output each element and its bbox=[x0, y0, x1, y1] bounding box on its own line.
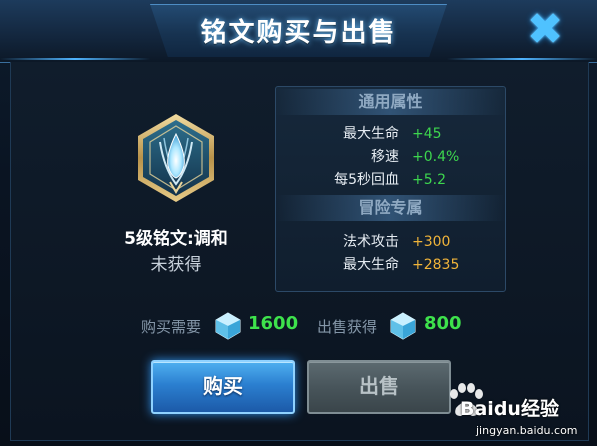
rune-status: 未获得 bbox=[150, 255, 202, 275]
stat-value: +0.4% bbox=[412, 149, 460, 165]
rune-emblem-icon bbox=[138, 114, 214, 202]
sell-price-label: 出售获得 bbox=[317, 318, 378, 336]
stats-panel: 通用属性 最大生命 +45 移速 +0.4% 每5秒回血 +5.2 冒险专属 法… bbox=[275, 86, 506, 292]
adventure-stats-header: 冒险专属 bbox=[276, 195, 505, 221]
title-glow-left bbox=[0, 58, 150, 60]
close-icon[interactable]: ✖ bbox=[522, 8, 568, 54]
crystal-gem-icon bbox=[215, 312, 241, 340]
crystal-gem-icon bbox=[390, 312, 416, 340]
buy-price-label: 购买需要 bbox=[141, 318, 202, 336]
stat-label: 法术攻击 bbox=[343, 234, 399, 250]
dialog-title: 铭文购买与出售 bbox=[200, 18, 397, 48]
stat-value: +2835 bbox=[412, 257, 460, 273]
stat-row: 移速 +0.4% bbox=[276, 146, 505, 168]
watermark-url: jingyan.baidu.com bbox=[476, 424, 578, 437]
rune-dialog: 铭文购买与出售 ✖ 5级铭文:调和 未获得 通用属性 最大生命 +45 移速 +… bbox=[0, 0, 597, 446]
title-bar: 铭文购买与出售 ✖ bbox=[0, 0, 597, 63]
stat-row: 法术攻击 +300 bbox=[276, 231, 505, 253]
sell-price-amount: 800 bbox=[424, 313, 462, 334]
stat-row: 最大生命 +45 bbox=[276, 123, 505, 145]
stat-row: 最大生命 +2835 bbox=[276, 254, 505, 276]
stat-value: +300 bbox=[412, 234, 451, 250]
stat-label: 移速 bbox=[371, 149, 399, 165]
general-stats-header: 通用属性 bbox=[276, 89, 505, 115]
stat-label: 每5秒回血 bbox=[334, 172, 399, 188]
buy-price-amount: 1600 bbox=[248, 313, 299, 334]
rune-name: 5级铭文:调和 bbox=[124, 229, 228, 249]
sell-button[interactable]: 出售 bbox=[307, 360, 451, 414]
title-glow-right bbox=[447, 58, 597, 60]
stat-value: +45 bbox=[412, 126, 442, 142]
stat-value: +5.2 bbox=[412, 172, 446, 188]
stat-label: 最大生命 bbox=[343, 126, 399, 142]
watermark-brand: Baidu经验 bbox=[460, 398, 559, 420]
stat-row: 每5秒回血 +5.2 bbox=[276, 169, 505, 191]
buy-button[interactable]: 购买 bbox=[151, 360, 295, 414]
stat-label: 最大生命 bbox=[343, 257, 399, 273]
